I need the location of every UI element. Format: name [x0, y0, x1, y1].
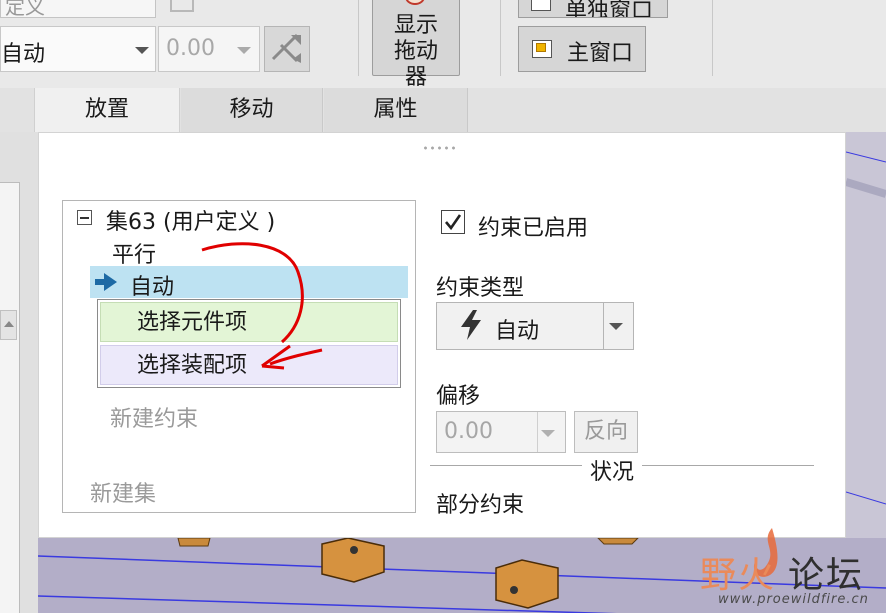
select-divider [603, 303, 604, 349]
watermark-url: www.proewildfire.cn [718, 592, 869, 607]
chevron-down-icon [541, 430, 555, 437]
constraint-type-heading: 约束类型 [436, 276, 525, 301]
scroll-up-button[interactable] [0, 310, 17, 340]
status-divider-left [430, 465, 582, 466]
sub-window-label: 单独窗口 [565, 0, 654, 18]
placement-offset-value: 0.00 [166, 36, 215, 61]
red-annotation-arrow [201, 242, 323, 370]
chevron-down-icon [135, 47, 149, 54]
status-divider-right [642, 465, 814, 466]
new-constraint-link[interactable]: 新建约束 [110, 401, 198, 433]
check-icon [445, 214, 462, 231]
main-window-button[interactable]: 主窗口 [518, 26, 646, 72]
offset-input[interactable]: 0.00 [436, 411, 566, 453]
set-label[interactable]: 集63 (用户定义 ) [106, 204, 275, 236]
watermark-brand-part2: 论坛 [788, 555, 865, 596]
offset-heading: 偏移 [436, 384, 481, 409]
new-set-link[interactable]: 新建集 [90, 476, 156, 508]
offset-value: 0.00 [444, 419, 493, 444]
constraint-parallel[interactable]: 平行 [112, 237, 156, 269]
input-divider [537, 412, 538, 452]
constraint-type-select[interactable]: 自动 [436, 302, 634, 350]
dragger-icon [405, 0, 425, 5]
window-icon [531, 0, 551, 11]
ribbon-divider [358, 0, 359, 76]
drag-grip[interactable] [422, 146, 458, 150]
flip-button[interactable]: 反向 [574, 411, 638, 453]
ribbon-divider [500, 0, 501, 76]
show-dragger-label: 显示拖动器 [393, 13, 438, 90]
status-value: 部分约束 [436, 493, 525, 518]
sub-window-button[interactable]: 单独窗口 [518, 0, 668, 18]
ribbon-divider [712, 0, 713, 76]
chevron-down-icon [237, 47, 251, 54]
collapse-minus-icon[interactable] [77, 210, 92, 225]
arrow-right-icon [95, 273, 117, 291]
model-tree-panel [0, 182, 20, 613]
tab-properties[interactable]: 属性 [324, 88, 468, 132]
watermark-brand-part1: 野火 [700, 555, 777, 596]
tab-placement[interactable]: 放置 [34, 88, 180, 132]
flip-offset-button[interactable] [264, 26, 310, 72]
main-window-icon [532, 40, 552, 58]
selected-constraint-label[interactable]: 自动 [130, 269, 174, 301]
status-heading: 状况 [590, 460, 635, 485]
define-button-label: 定义 [5, 0, 45, 18]
constraint-enabled-checkbox[interactable] [441, 210, 465, 234]
placement-offset-select[interactable]: 0.00 [158, 26, 260, 72]
lightning-bolt-icon [461, 310, 481, 340]
placement-icon[interactable] [170, 0, 194, 12]
resize-arrows-icon [271, 33, 301, 63]
tab-move[interactable]: 移动 [181, 88, 323, 132]
define-button[interactable]: 定义 [0, 0, 156, 18]
chevron-down-icon [609, 323, 623, 330]
placement-mode-value: 自动 [1, 42, 46, 67]
constraint-type-value: 自动 [495, 319, 540, 344]
constraint-enabled-label: 约束已启用 [478, 216, 589, 241]
main-window-label: 主窗口 [567, 41, 634, 66]
show-dragger-button[interactable]: 显示拖动器 [372, 0, 460, 90]
placement-mode-select[interactable]: 自动 [0, 26, 156, 72]
